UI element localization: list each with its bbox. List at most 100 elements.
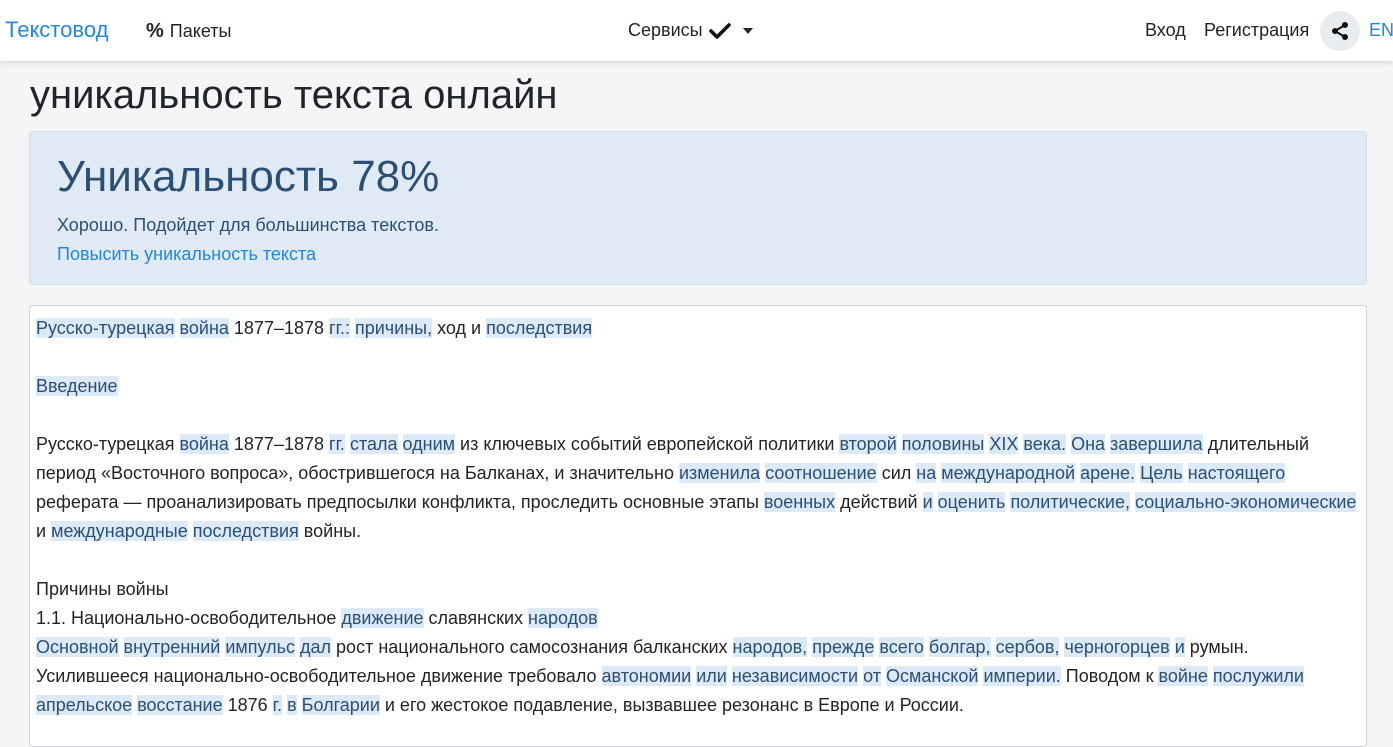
text-fragment: и [36,521,52,541]
matched-fragment: всего [879,637,924,657]
text-fragment [933,492,938,512]
text-fragment: 1.1. Национально-освободительное [36,608,342,628]
matched-fragment: причины, [354,318,433,338]
text-fragment: из ключевых событий европейской политики [455,434,840,454]
language-switch[interactable]: EN [1369,20,1393,41]
page-title: уникальность текста онлайн [30,73,558,117]
matched-fragment: стала [349,434,398,454]
text-fragment [991,637,996,657]
matched-fragment: черногорцев [1064,637,1170,657]
text-paragraph: 1.1. Национально-освободительное движени… [36,604,1360,633]
matched-fragment: Болгарии [301,695,380,715]
text-fragment: Русско-турецкая [36,434,180,454]
matched-fragment: восстание [137,695,223,715]
text-fragment: рост национального самосознания балканск… [331,637,733,657]
matched-fragment: политические, [1010,492,1130,512]
matched-fragment: империи. [983,666,1061,686]
share-icon [1332,22,1348,40]
text-fragment: Поводом к [1060,666,1159,686]
text-fragment: сил [876,463,917,483]
text-fragment [1170,637,1175,657]
text-paragraph: Введение [36,372,1360,401]
text-fragment: реферата — проанализировать предпосылки … [36,492,764,512]
matched-fragment: последствия [486,318,593,338]
text-paragraph: Основной внутренний импульс дал рост нац… [36,633,1360,720]
matched-fragment: Османской [885,666,979,686]
matched-fragment: международные [51,521,188,541]
matched-fragment: настоящего [1187,463,1286,483]
matched-fragment: на [916,463,937,483]
text-fragment [297,695,302,715]
matched-fragment: военных [763,492,836,512]
matched-fragment: одним [402,434,456,454]
matched-fragment: дал [300,637,332,657]
top-navbar: Текстовод % Пакеты Сервисы Вход Регистра… [0,0,1393,61]
checked-text-content: Русско-турецкая война 1877–1878 гг.: при… [30,306,1366,720]
text-fragment: 1877–1878 [228,434,329,454]
matched-fragment: половины [901,434,985,454]
matched-fragment: и [922,492,933,512]
matched-fragment: завершила [1110,434,1203,454]
text-fragment: славянских [423,608,529,628]
matched-fragment: и [1174,637,1185,657]
chevron-down-icon [742,27,753,34]
text-fragment: и его жестокое подавление, вызвавшее рез… [379,695,964,715]
matched-fragment: автономии [601,666,692,686]
nav-services-label: Сервисы [628,20,703,40]
matched-fragment: Цель [1140,463,1183,483]
text-fragment: 1877–1878 [228,318,330,338]
matched-fragment: арене. [1080,463,1136,483]
matched-fragment: прежде [812,637,875,657]
matched-fragment: от [863,666,881,686]
matched-fragment: движение [341,608,424,628]
matched-fragment: XIX [989,434,1019,454]
matched-fragment: война [179,318,229,338]
nav-packages-label: Пакеты [169,21,232,41]
matched-fragment: или [696,666,727,686]
text-fragment: войны. [298,521,362,541]
matched-fragment: война [179,434,229,454]
matched-fragment: соотношение [765,463,877,483]
text-fragment: Причины войны [36,579,169,599]
matched-fragment: апрельское [36,695,133,715]
matched-fragment: последствия [192,521,299,541]
uniqueness-heading: Уникальность 78% [57,152,440,201]
share-button[interactable] [1320,11,1360,51]
matched-fragment: болгар, [928,637,991,657]
text-fragment: ход и [432,318,487,338]
matched-fragment: Основной [36,637,119,657]
text-paragraph: Русско-турецкая война 1877–1878 гг.: при… [36,314,1360,343]
matched-fragment: народов [528,608,598,628]
nav-services-dropdown[interactable]: Сервисы [628,20,753,41]
text-fragment: действий [835,492,923,512]
matched-fragment: г. [272,695,283,715]
text-fragment [1183,463,1188,483]
checkmark-icon [708,22,731,39]
matched-fragment: изменила [678,463,761,483]
matched-fragment: импульс [225,637,295,657]
text-fragment [119,637,124,657]
matched-fragment: послужили [1212,666,1304,686]
matched-fragment: войне [1158,666,1208,686]
register-link[interactable]: Регистрация [1204,20,1309,41]
nav-packages[interactable]: % Пакеты [146,20,231,43]
matched-fragment: Русско-турецкая [36,318,175,338]
matched-fragment: оценить [937,492,1006,512]
improve-uniqueness-link[interactable]: Повысить уникальность текста [57,244,316,265]
matched-fragment: в [287,695,297,715]
checked-text-area[interactable]: Русско-турецкая война 1877–1878 гг.: при… [29,305,1367,747]
matched-fragment: социально-экономические [1135,492,1357,512]
matched-fragment: Введение [36,376,118,396]
text-paragraph: Русско-турецкая война 1877–1878 гг. стал… [36,430,1360,546]
uniqueness-result-panel: Уникальность 78% Хорошо. Подойдет для бо… [29,131,1367,285]
text-fragment [897,434,902,454]
text-fragment [175,318,180,338]
brand-logo-link[interactable]: Текстовод [5,17,108,43]
text-paragraph: Причины войны [36,575,1360,604]
matched-fragment: гг.: [329,318,350,338]
text-fragment: 1876 [222,695,273,715]
login-link[interactable]: Вход [1145,20,1186,41]
uniqueness-description: Хорошо. Подойдет для большинства текстов… [57,215,439,235]
matched-fragment: народов, [732,637,808,657]
